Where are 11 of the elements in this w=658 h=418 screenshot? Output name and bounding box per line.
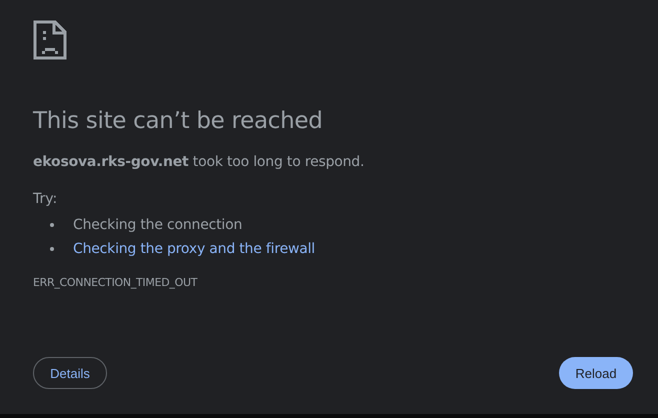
suggestion-text: Checking the connection	[73, 216, 242, 235]
bullet-icon	[50, 247, 54, 251]
sad-page-icon	[33, 20, 67, 60]
error-message: ekosova.rks-gov.net took too long to respond.	[33, 154, 366, 170]
bullet-icon	[50, 223, 54, 227]
error-code: ERR_CONNECTION_TIMED_OUT	[33, 276, 198, 289]
reload-button[interactable]: Reload	[559, 357, 633, 389]
try-label: Try:	[33, 191, 58, 207]
details-button[interactable]: Details	[33, 357, 107, 389]
suggestion-link[interactable]: Checking the proxy and the firewall	[73, 237, 315, 261]
error-heading: This site can’t be reached	[33, 108, 324, 134]
